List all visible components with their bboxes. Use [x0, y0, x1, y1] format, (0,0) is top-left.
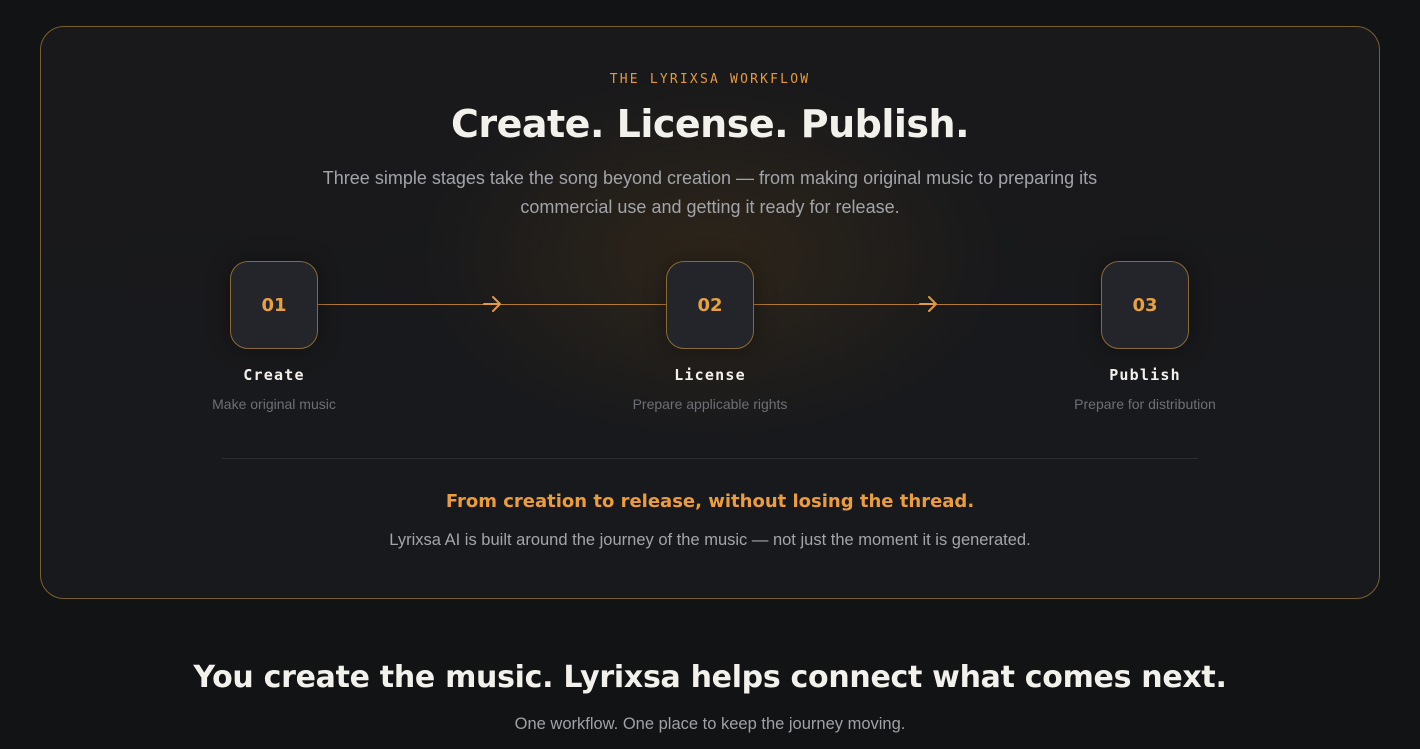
- step-publish-badge: 03: [1101, 261, 1189, 349]
- step-publish-label: Publish: [1109, 366, 1181, 384]
- section-subtitle: One workflow. One place to keep the jour…: [514, 715, 906, 733]
- step-publish-subtitle: Prepare for distribution: [1074, 396, 1216, 412]
- workflow-highlight: From creation to release, without losing…: [445, 491, 975, 512]
- section-title: You create the music. Lyrixsa helps conn…: [193, 660, 1227, 695]
- step-number: 01: [261, 294, 287, 316]
- step-number: 03: [1132, 294, 1158, 316]
- step-license-label: License: [674, 366, 746, 384]
- step-create-subtitle: Make original music: [212, 396, 336, 412]
- workflow-note: Lyrixsa AI is built around the journey o…: [389, 531, 1031, 549]
- step-license-subtitle: Prepare applicable rights: [632, 396, 788, 412]
- arrow-right-icon: [919, 296, 937, 312]
- divider: [222, 458, 1198, 459]
- workflow-eyebrow: THE LYRIXSA WORKFLOW: [609, 72, 811, 87]
- arrow-right-icon: [483, 296, 501, 312]
- step-number: 02: [697, 294, 723, 316]
- step-license-badge: 02: [666, 261, 754, 349]
- step-create-label: Create: [243, 366, 305, 384]
- workflow-title: Create. License. Publish.: [450, 102, 970, 146]
- workflow-description: Three simple stages take the song beyond…: [322, 168, 1098, 217]
- step-create-badge: 01: [230, 261, 318, 349]
